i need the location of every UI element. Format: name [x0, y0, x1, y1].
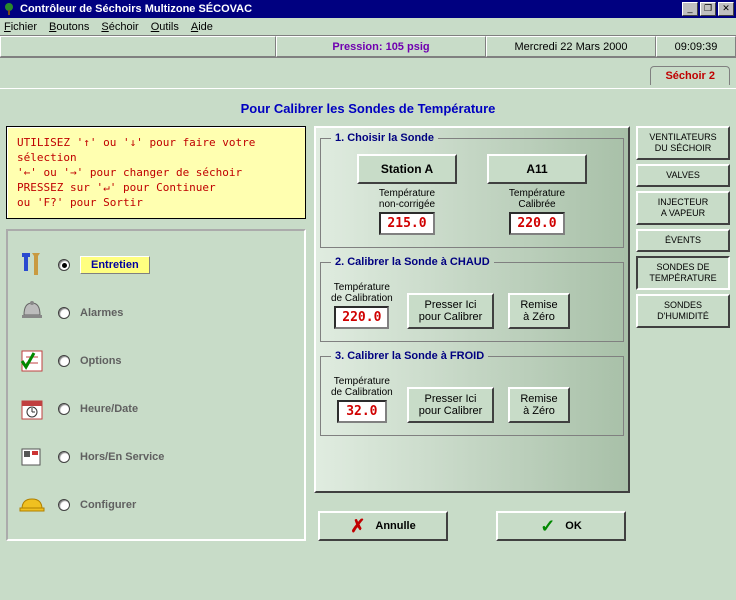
radio-entretien[interactable] — [58, 259, 70, 271]
station-readout: 215.0 — [379, 212, 434, 235]
nav-panel: Entretien Alarmes Options — [6, 229, 306, 541]
status-date: Mercredi 22 Mars 2000 — [486, 36, 656, 57]
side-btn-ventilateurs[interactable]: VENTILATEURS DU SÉCHOIR — [636, 126, 730, 160]
hardhat-icon — [16, 489, 48, 521]
hot-cal-readout[interactable]: 220.0 — [334, 306, 389, 329]
group2-legend: 2. Calibrer la Sonde à CHAUD — [331, 256, 494, 268]
minimize-button[interactable]: _ — [682, 2, 698, 16]
status-pressure: Pression: 105 psig — [276, 36, 486, 57]
cancel-icon: ✗ — [350, 516, 365, 537]
menubar: Fichier Boutons Séchoir Outils Aide — [0, 18, 736, 36]
tab-strip: Séchoir 2 — [0, 58, 736, 88]
window-title: Contrôleur de Séchoirs Multizone SÉCOVAC — [20, 3, 682, 15]
page-title: Pour Calibrer les Sondes de Température — [6, 95, 730, 126]
menu-outils[interactable]: Outils — [151, 21, 179, 33]
menu-aide[interactable]: Aide — [191, 21, 213, 33]
side-btn-valves[interactable]: VALVES — [636, 164, 730, 187]
nav-item-configurer[interactable]: Configurer — [16, 481, 296, 529]
menu-sechoir[interactable]: Séchoir — [101, 21, 138, 33]
tab-sechoir-2[interactable]: Séchoir 2 — [650, 66, 730, 85]
help-box: UTILISEZ '↑' ou '↓' pour faire votre sél… — [6, 126, 306, 219]
titlebar: Contrôleur de Séchoirs Multizone SÉCOVAC… — [0, 0, 736, 18]
cancel-label: Annulle — [375, 520, 415, 532]
nav-item-alarmes[interactable]: Alarmes — [16, 289, 296, 337]
probe-button[interactable]: A11 — [487, 154, 587, 184]
nav-label-options: Options — [80, 355, 122, 367]
hot-reset-button[interactable]: Remise à Zéro — [508, 293, 569, 329]
ok-button[interactable]: ✓ OK — [496, 511, 626, 541]
radio-hors-en-service[interactable] — [58, 451, 70, 463]
station-button[interactable]: Station A — [357, 154, 457, 184]
app-icon — [2, 2, 16, 16]
nav-label-alarmes: Alarmes — [80, 307, 123, 319]
nav-label-configurer: Configurer — [80, 499, 136, 511]
group1-legend: 1. Choisir la Sonde — [331, 132, 438, 144]
checklist-icon — [16, 345, 48, 377]
menu-boutons[interactable]: Boutons — [49, 21, 89, 33]
ok-icon: ✓ — [540, 516, 555, 537]
cold-reset-button[interactable]: Remise à Zéro — [508, 387, 569, 423]
side-btn-events[interactable]: ÉVENTS — [636, 229, 730, 252]
nav-label-entretien: Entretien — [80, 256, 150, 274]
maximize-button[interactable]: ❐ — [700, 2, 716, 16]
side-btn-sondes-humidite[interactable]: SONDES D'HUMIDITÉ — [636, 294, 730, 328]
status-time: 09:09:39 — [656, 36, 736, 57]
calendar-icon — [16, 393, 48, 425]
group-calibrer-chaud: 2. Calibrer la Sonde à CHAUD Température… — [320, 256, 624, 342]
radio-heure-date[interactable] — [58, 403, 70, 415]
tools-icon — [16, 249, 48, 281]
nav-label-heure-date: Heure/Date — [80, 403, 138, 415]
menu-fichier[interactable]: Fichier — [4, 21, 37, 33]
station-sub-label: Température non-corrigée — [357, 188, 457, 210]
cold-calibrate-button[interactable]: Presser Ici pour Calibrer — [407, 387, 495, 423]
side-button-column: VENTILATEURS DU SÉCHOIR VALVES INJECTEUR… — [636, 126, 730, 541]
radio-alarmes[interactable] — [58, 307, 70, 319]
nav-label-hors-en-service: Hors/En Service — [80, 451, 164, 463]
nav-item-entretien[interactable]: Entretien — [16, 241, 296, 289]
cold-cal-label: Température de Calibration — [331, 376, 393, 398]
group3-legend: 3. Calibrer la Sonde à FROID — [331, 350, 488, 362]
service-icon — [16, 441, 48, 473]
radio-options[interactable] — [58, 355, 70, 367]
cold-cal-readout[interactable]: 32.0 — [337, 400, 387, 423]
status-strip: Pression: 105 psig Mercredi 22 Mars 2000… — [0, 36, 736, 58]
cancel-button[interactable]: ✗ Annulle — [318, 511, 448, 541]
side-btn-sondes-temperature[interactable]: SONDES DE TEMPÉRATURE — [636, 256, 730, 290]
ok-label: OK — [565, 520, 582, 532]
probe-readout: 220.0 — [509, 212, 564, 235]
nav-item-heure-date[interactable]: Heure/Date — [16, 385, 296, 433]
side-btn-injecteur[interactable]: INJECTEUR A VAPEUR — [636, 191, 730, 225]
radio-configurer[interactable] — [58, 499, 70, 511]
nav-item-hors-en-service[interactable]: Hors/En Service — [16, 433, 296, 481]
nav-item-options[interactable]: Options — [16, 337, 296, 385]
close-button[interactable]: ✕ — [718, 2, 734, 16]
status-spacer — [0, 36, 276, 57]
group-choisir-sonde: 1. Choisir la Sonde Station A Températur… — [320, 132, 624, 248]
group-calibrer-froid: 3. Calibrer la Sonde à FROID Température… — [320, 350, 624, 436]
bell-icon — [16, 297, 48, 329]
hot-calibrate-button[interactable]: Presser Ici pour Calibrer — [407, 293, 495, 329]
probe-sub-label: Température Calibrée — [487, 188, 587, 210]
hot-cal-label: Température de Calibration — [331, 282, 393, 304]
